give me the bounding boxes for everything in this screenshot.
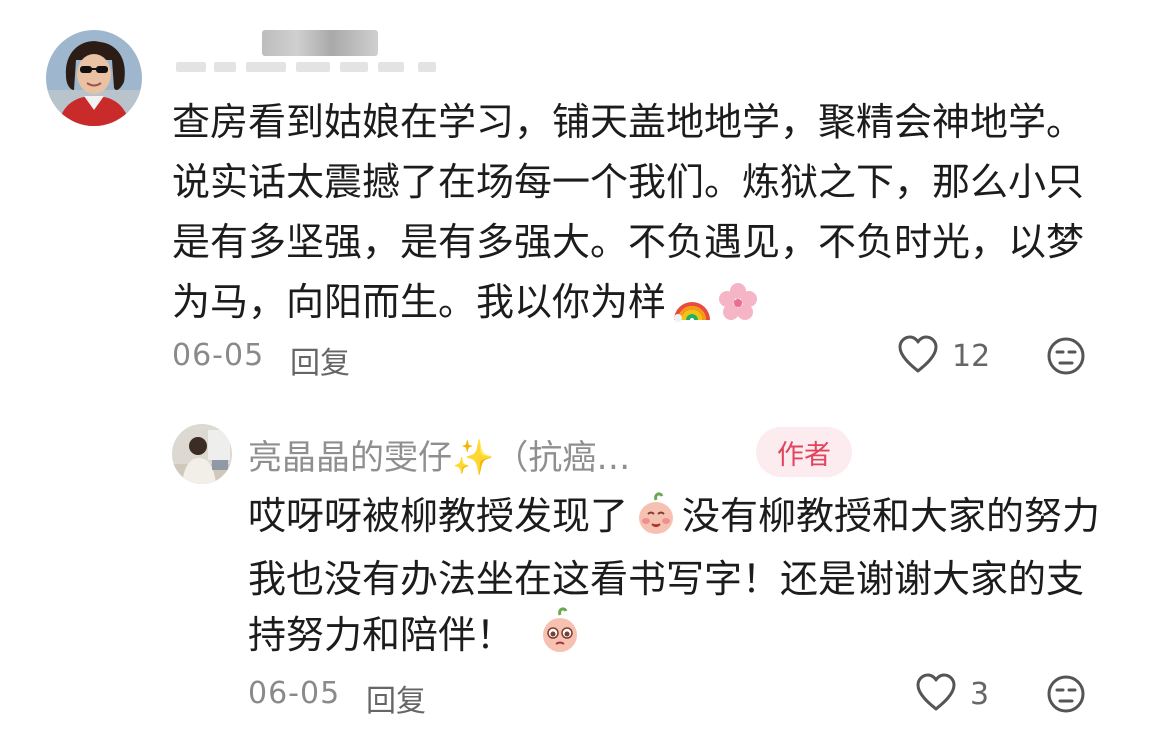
heart-icon: [914, 672, 958, 716]
commenter-name-residue: [172, 60, 472, 72]
comment-dislike-button[interactable]: [1046, 336, 1086, 380]
teary-peach-emoji: [538, 607, 582, 670]
reply-like-button[interactable]: 3: [914, 672, 989, 716]
comment-date: 06-05: [172, 338, 265, 373]
reply-reply-button[interactable]: 回复: [366, 676, 426, 720]
unimpressed-face-icon: [1046, 337, 1086, 380]
reply-date: 06-05: [248, 676, 341, 711]
shy-peach-emoji: [634, 492, 678, 551]
reply-text: 哎呀呀被柳教授发现了 没有柳教授和大家的努力我也没有办法坐在这看书写字！还是谢谢大…: [248, 488, 1118, 670]
heart-icon: [896, 334, 940, 378]
comment-text-body: 查房看到姑娘在学习，铺天盖地地学，聚精会神地学。说实话太震撼了在场每一个我们。炼…: [172, 100, 1085, 324]
comment-like-button[interactable]: 12: [896, 334, 990, 378]
commenter-name-redacted: [262, 30, 378, 56]
reply-like-count: 3: [970, 676, 990, 712]
comment-reply-button[interactable]: 回复: [290, 338, 350, 382]
reply-author-name[interactable]: 亮晶晶的雯仔✨（抗癌…: [248, 430, 630, 479]
rainbow-emoji: [672, 279, 712, 339]
unimpressed-face-icon: [1046, 675, 1086, 718]
reply-text-part1: 哎呀呀被柳教授发现了: [248, 494, 629, 538]
reply-author-avatar[interactable]: [172, 424, 232, 484]
comment-text: 查房看到姑娘在学习，铺天盖地地学，聚精会神地学。说实话太震撼了在场每一个我们。炼…: [172, 92, 1112, 339]
reply-dislike-button[interactable]: [1046, 674, 1086, 718]
commenter-avatar[interactable]: [46, 30, 142, 126]
comment-like-count: 12: [952, 338, 991, 374]
author-badge: 作者: [756, 427, 852, 477]
cherry-blossom-emoji: [718, 279, 758, 339]
